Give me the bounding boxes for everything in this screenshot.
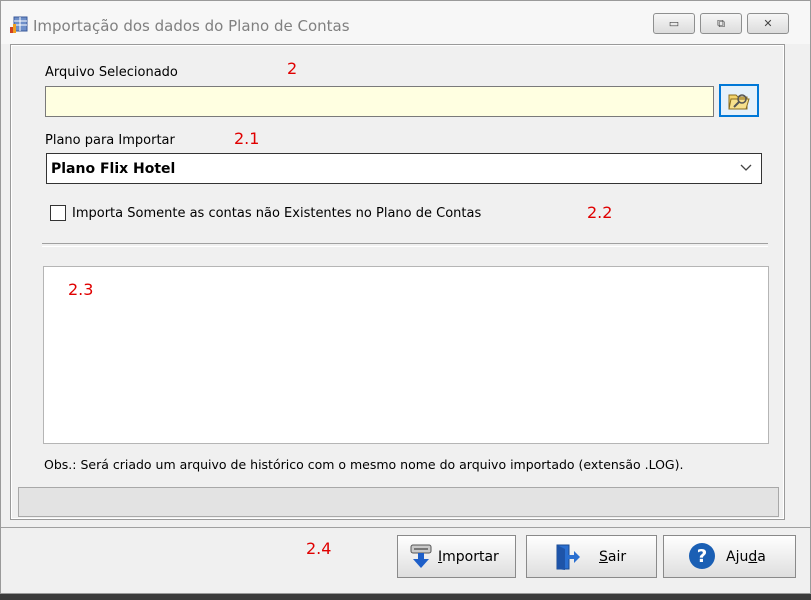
browse-file-button[interactable]	[719, 84, 759, 117]
taskbar-edge	[0, 594, 811, 600]
sair-label: Sair	[599, 549, 627, 565]
import-window: Importação dos dados do Plano de Contas …	[0, 0, 811, 594]
annotation-2-1: 2.1	[234, 129, 260, 148]
exit-door-icon	[556, 544, 580, 570]
help-question-icon: ?	[689, 543, 715, 569]
annotation-2-3: 2.3	[68, 280, 94, 299]
minimize-button[interactable]: ▭	[653, 13, 695, 34]
file-label: Arquivo Selecionado	[45, 65, 178, 80]
import-arrow-icon	[410, 544, 432, 568]
chart-table-icon	[10, 16, 28, 33]
form-inner: Arquivo Selecionado 2 Plano para Importa…	[12, 46, 783, 518]
importar-label: Importar	[438, 549, 499, 565]
svg-text:?: ?	[697, 546, 707, 567]
import-log-area[interactable]: 2.3	[43, 266, 769, 444]
maximize-button[interactable]: ⧉	[700, 13, 742, 34]
annotation-2-2: 2.2	[587, 203, 613, 222]
form-panel: Arquivo Selecionado 2 Plano para Importa…	[10, 44, 785, 520]
folder-browse-icon	[728, 94, 750, 110]
only-missing-accounts-checkbox[interactable]	[50, 205, 66, 221]
importar-button[interactable]: Importar	[397, 535, 516, 578]
plan-selected-value: Plano Flix Hotel	[51, 161, 176, 177]
selected-file-input[interactable]	[45, 86, 714, 117]
ajuda-button[interactable]: ? Ajuda	[663, 535, 796, 578]
observation-text: Obs.: Será criado um arquivo de históric…	[44, 457, 684, 472]
title-bar[interactable]: Importação dos dados do Plano de Contas …	[1, 1, 810, 44]
footer-bar: 2.4 Importar Sair ? Ajuda	[1, 527, 810, 592]
window-title: Importação dos dados do Plano de Contas	[33, 17, 350, 35]
checkbox-label[interactable]: Importa Somente as contas não Existentes…	[72, 206, 481, 221]
sair-button[interactable]: Sair	[526, 535, 657, 578]
annotation-2-4: 2.4	[306, 539, 332, 558]
separator	[42, 243, 768, 247]
ajuda-label: Ajuda	[726, 549, 766, 565]
annotation-2: 2	[287, 59, 298, 78]
close-button[interactable]: ✕	[747, 13, 789, 34]
plan-select[interactable]: Plano Flix Hotel	[46, 153, 762, 184]
status-bar	[18, 487, 779, 517]
chevron-down-icon[interactable]	[740, 164, 752, 172]
plan-label: Plano para Importar	[45, 133, 175, 148]
